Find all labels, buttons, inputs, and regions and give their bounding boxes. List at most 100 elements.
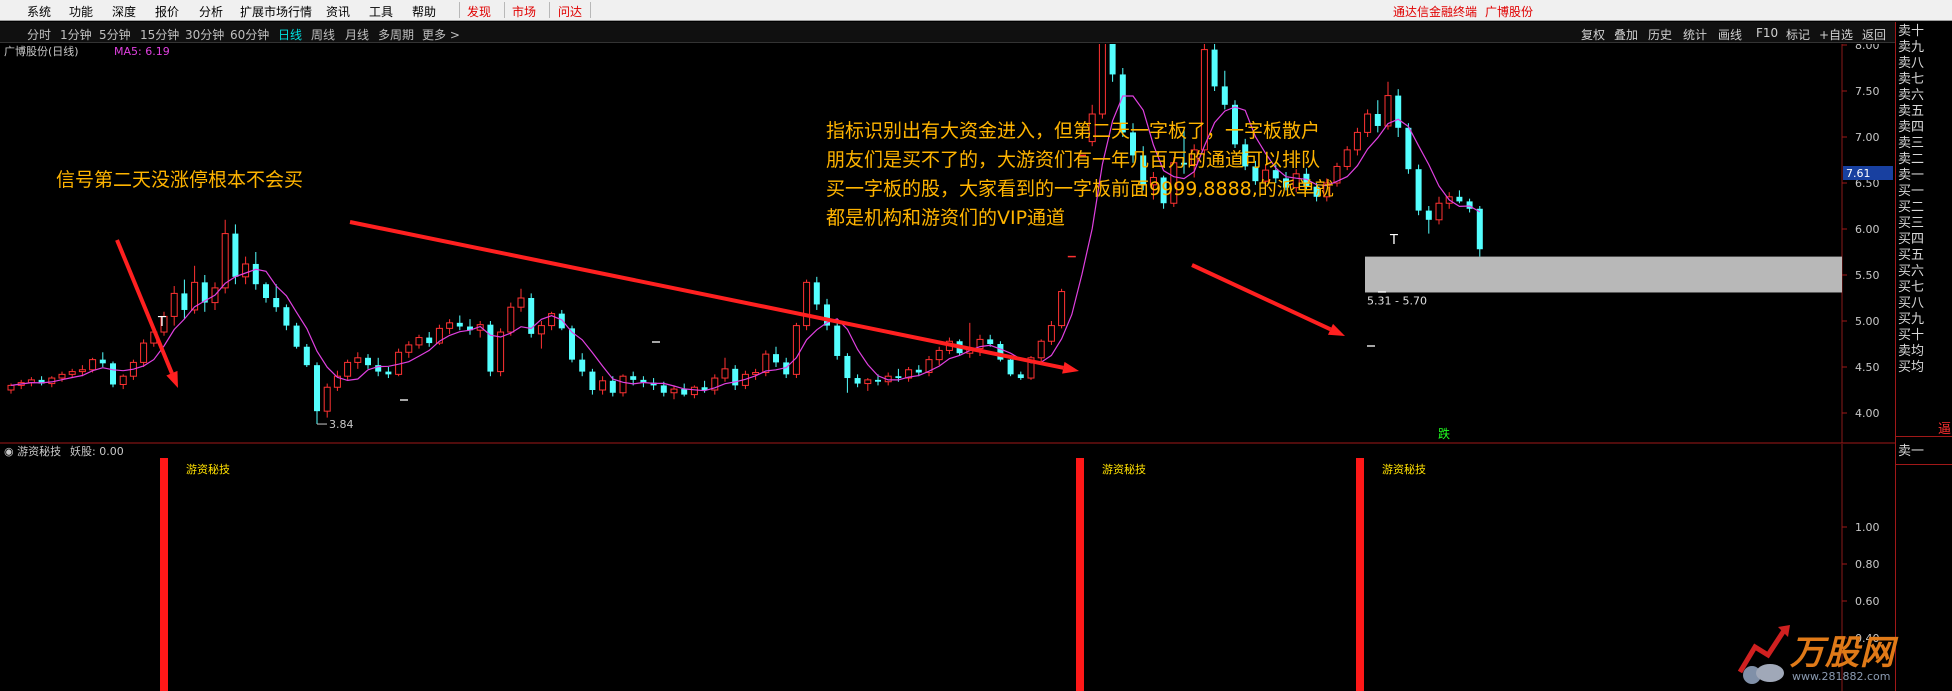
candle-down[interactable] bbox=[589, 371, 596, 390]
candle-up[interactable] bbox=[762, 353, 770, 374]
period-tab[interactable]: 5分钟 bbox=[99, 26, 131, 43]
toolbar-button[interactable]: 标记 bbox=[1786, 26, 1810, 43]
order-book-buy[interactable]: 买四 bbox=[1898, 232, 1924, 247]
candle-up[interactable] bbox=[1343, 149, 1351, 167]
order-book-buy[interactable]: 买二 bbox=[1898, 200, 1924, 215]
order-book-sell[interactable]: 卖五 bbox=[1898, 104, 1924, 119]
order-book-panel[interactable]: 卖十 卖九 卖八 卖七 卖六 卖五 卖四 卖三 卖二 卖一 买一 买二 买三 买四 买五 买六 买七 买八 买九 买十… bbox=[1895, 22, 1952, 691]
candle-down[interactable] bbox=[252, 263, 259, 285]
candle-up[interactable] bbox=[78, 369, 86, 373]
candle-down[interactable] bbox=[181, 293, 188, 310]
toolbar-button[interactable]: 统计 bbox=[1683, 26, 1707, 43]
period-tab[interactable]: 1分钟 bbox=[60, 26, 92, 43]
candle-down[interactable] bbox=[1395, 95, 1402, 128]
toolbar-button[interactable]: 叠加 bbox=[1614, 26, 1638, 43]
candle-down[interactable] bbox=[1476, 208, 1483, 250]
candle-down[interactable] bbox=[365, 357, 371, 366]
candle-up[interactable] bbox=[752, 372, 760, 375]
candle-up[interactable] bbox=[119, 375, 127, 385]
candle-up[interactable] bbox=[221, 233, 229, 289]
toolbar-button[interactable]: 返回 bbox=[1862, 26, 1886, 43]
candle-down[interactable] bbox=[1221, 86, 1228, 105]
candle-up[interactable] bbox=[864, 379, 872, 385]
menu-item[interactable]: 资讯 bbox=[326, 3, 350, 20]
candle-up[interactable] bbox=[803, 281, 811, 327]
candle-up[interactable] bbox=[1435, 202, 1443, 221]
candle-down[interactable] bbox=[875, 379, 881, 382]
period-tab[interactable]: 30分钟 bbox=[185, 26, 224, 43]
candle-down[interactable] bbox=[844, 355, 851, 379]
order-book-sell[interactable]: 卖八 bbox=[1898, 56, 1924, 71]
order-book-buy[interactable]: 买十 bbox=[1898, 328, 1924, 343]
candle-down[interactable] bbox=[1415, 169, 1422, 211]
toolbar-button[interactable]: 历史 bbox=[1648, 26, 1672, 43]
candle-down[interactable] bbox=[1456, 196, 1463, 202]
menu-item-highlight[interactable]: 发现 bbox=[467, 3, 491, 20]
candle-up[interactable] bbox=[170, 292, 178, 317]
candle-down[interactable] bbox=[915, 369, 922, 373]
candle-up[interactable] bbox=[58, 373, 66, 379]
period-tab[interactable]: 多周期 bbox=[378, 26, 414, 43]
candle-down[interactable] bbox=[426, 337, 433, 344]
candle-up[interactable] bbox=[1364, 113, 1372, 133]
candle-up[interactable] bbox=[497, 331, 505, 373]
candle-down[interactable] bbox=[558, 313, 565, 329]
candle-up[interactable] bbox=[68, 371, 76, 375]
candle-down[interactable] bbox=[273, 298, 280, 308]
candle-up[interactable] bbox=[323, 386, 331, 412]
candle-down[interactable] bbox=[110, 363, 116, 385]
candle-down[interactable] bbox=[1405, 127, 1412, 170]
period-tab[interactable]: 更多 > bbox=[422, 26, 460, 43]
candle-up[interactable] bbox=[517, 297, 525, 308]
candle-down[interactable] bbox=[385, 371, 392, 375]
candle-down[interactable] bbox=[283, 307, 290, 326]
period-tab[interactable]: 15分钟 bbox=[140, 26, 179, 43]
order-book-avg[interactable]: 买均 bbox=[1898, 360, 1924, 375]
candle-down[interactable] bbox=[609, 380, 616, 393]
candle-up[interactable] bbox=[446, 322, 454, 329]
candle-down[interactable] bbox=[487, 324, 494, 372]
candle-down[interactable] bbox=[1425, 210, 1432, 220]
candle-up[interactable] bbox=[619, 375, 627, 394]
order-book-buy[interactable]: 买九 bbox=[1898, 312, 1924, 327]
candle-down[interactable] bbox=[232, 233, 239, 277]
menu-item[interactable]: 报价 bbox=[155, 3, 179, 20]
candle-down[interactable] bbox=[895, 376, 902, 379]
order-book-buy[interactable]: 买八 bbox=[1898, 296, 1924, 311]
order-book-buy[interactable]: 买三 bbox=[1898, 216, 1924, 231]
candle-up[interactable] bbox=[599, 380, 607, 391]
candle-up[interactable] bbox=[89, 359, 97, 371]
candle-up[interactable] bbox=[344, 361, 352, 377]
candle-up[interactable] bbox=[507, 306, 515, 333]
order-book-buy[interactable]: 买六 bbox=[1898, 264, 1924, 279]
candle-down[interactable] bbox=[987, 339, 994, 344]
toolbar-button[interactable]: +自选 bbox=[1819, 26, 1853, 43]
period-tab[interactable]: 月线 bbox=[345, 26, 369, 43]
menu-item[interactable]: 扩展市场行情 bbox=[240, 3, 312, 20]
order-book-sell[interactable]: 卖九 bbox=[1898, 40, 1924, 55]
menu-item[interactable]: 系统 bbox=[27, 3, 51, 20]
candle-up[interactable] bbox=[48, 377, 56, 385]
order-book-sell[interactable]: 卖一 bbox=[1898, 168, 1924, 183]
candle-up[interactable] bbox=[721, 368, 729, 379]
order-book-sell[interactable]: 卖四 bbox=[1898, 120, 1924, 135]
toolbar-button[interactable]: F10 bbox=[1756, 26, 1778, 40]
candle-down[interactable] bbox=[1109, 44, 1116, 75]
candle-up[interactable] bbox=[935, 349, 943, 361]
candle-down[interactable] bbox=[1007, 359, 1014, 375]
candle-down[interactable] bbox=[293, 325, 300, 347]
menu-item[interactable]: 帮助 bbox=[412, 3, 436, 20]
candle-up[interactable] bbox=[1047, 325, 1055, 342]
toolbar-button[interactable]: 画线 bbox=[1718, 26, 1742, 43]
menu-item-highlight[interactable]: 问达 bbox=[558, 3, 582, 20]
signal-bar[interactable] bbox=[160, 458, 168, 691]
menu-item[interactable]: 深度 bbox=[112, 3, 136, 20]
candle-up[interactable] bbox=[690, 386, 698, 396]
period-tab[interactable]: 周线 bbox=[311, 26, 335, 43]
period-tab[interactable]: 日线 bbox=[278, 26, 302, 43]
candle-down[interactable] bbox=[681, 389, 688, 395]
order-book-sell[interactable]: 卖十 bbox=[1898, 24, 1924, 39]
order-book-bottom[interactable]: 卖一 bbox=[1898, 444, 1924, 459]
candle-down[interactable] bbox=[456, 322, 463, 327]
candle-up[interactable] bbox=[1098, 44, 1106, 115]
